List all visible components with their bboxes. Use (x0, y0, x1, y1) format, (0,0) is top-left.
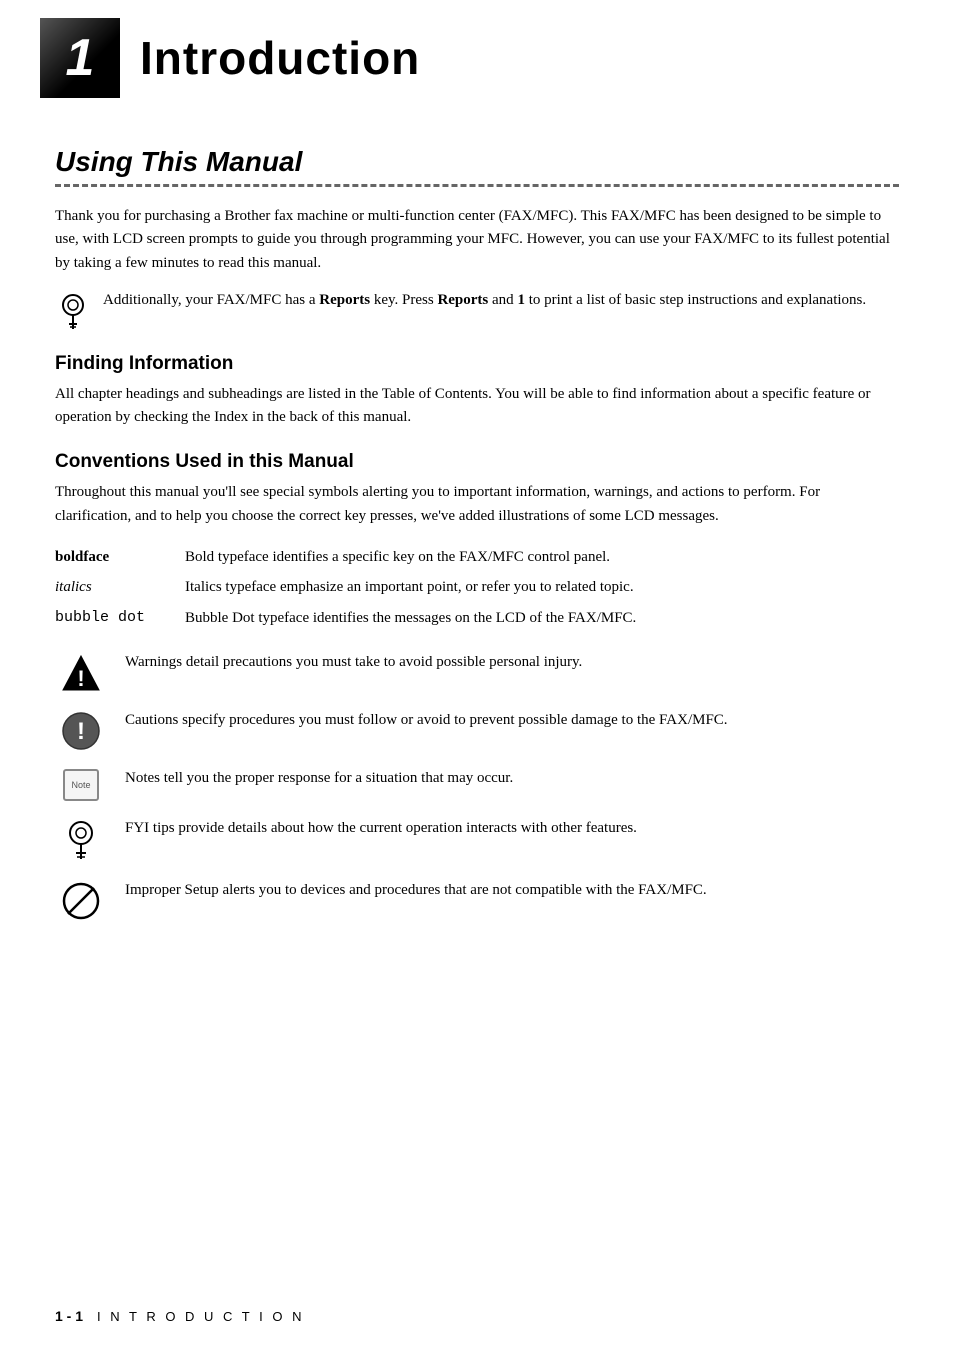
table-row: bubble dot Bubble Dot typeface identifie… (55, 603, 899, 634)
section-title: Using This Manual (55, 146, 899, 178)
conventions-title: Conventions Used in this Manual (55, 451, 899, 473)
symbol-row-fyi: FYI tips provide details about how the c… (55, 817, 899, 863)
fyi-tips-icon (55, 817, 107, 863)
caution-icon: ! (55, 709, 107, 751)
footer-chapter-label: I N T R O D U C T I O N (97, 1309, 304, 1324)
convention-table: boldface Bold typeface identifies a spec… (55, 542, 899, 634)
chapter-header: 1 Introduction (0, 0, 954, 116)
note-icon: Note (55, 767, 107, 801)
finding-info-title: Finding Information (55, 353, 899, 375)
note-text: Notes tell you the proper response for a… (125, 767, 513, 790)
table-row: italics Italics typeface emphasize an im… (55, 572, 899, 603)
svg-text:!: ! (77, 718, 85, 745)
tip-text: Additionally, your FAX/MFC has a Reports… (103, 289, 866, 312)
table-row: boldface Bold typeface identifies a spec… (55, 542, 899, 573)
term-bubble: bubble dot (55, 603, 185, 634)
page-footer: 1 - 1 I N T R O D U C T I O N (55, 1308, 304, 1324)
finding-info-para: All chapter headings and subheadings are… (55, 383, 899, 430)
chapter-title: Introduction (140, 31, 420, 85)
intro-paragraph: Thank you for purchasing a Brother fax m… (55, 205, 899, 275)
warning-icon: ! (55, 651, 107, 693)
fyi-text: FYI tips provide details about how the c… (125, 817, 637, 840)
tip-block: Additionally, your FAX/MFC has a Reports… (55, 289, 899, 331)
warning-text: Warnings detail precautions you must tak… (125, 651, 582, 674)
section-divider (55, 184, 899, 187)
nope-text: Improper Setup alerts you to devices and… (125, 879, 707, 902)
svg-text:!: ! (77, 666, 84, 691)
term-italics: italics (55, 572, 185, 603)
desc-italics: Italics typeface emphasize an important … (185, 572, 899, 603)
symbol-row-caution: ! Cautions specify procedures you must f… (55, 709, 899, 751)
chapter-number-block: 1 (40, 18, 120, 98)
page-number: 1 - 1 (55, 1308, 83, 1324)
main-content: Using This Manual Thank you for purchasi… (0, 146, 954, 977)
chapter-number: 1 (66, 28, 95, 88)
term-boldface: boldface (55, 542, 185, 573)
fyi-icon (55, 291, 91, 331)
symbol-row-nope: Improper Setup alerts you to devices and… (55, 879, 899, 921)
nope-icon (55, 879, 107, 921)
symbol-row-note: Note Notes tell you the proper response … (55, 767, 899, 801)
conventions-intro: Throughout this manual you'll see specia… (55, 481, 899, 528)
caution-text: Cautions specify procedures you must fol… (125, 709, 728, 732)
desc-boldface: Bold typeface identifies a specific key … (185, 542, 899, 573)
desc-bubble: Bubble Dot typeface identifies the messa… (185, 603, 899, 634)
symbol-row-warning: ! Warnings detail precautions you must t… (55, 651, 899, 693)
